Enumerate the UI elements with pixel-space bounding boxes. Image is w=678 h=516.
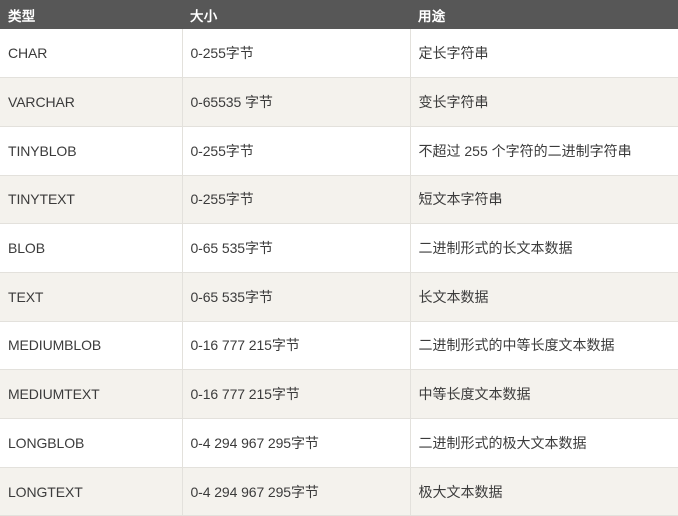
table-row: LONGTEXT 0-4 294 967 295字节 极大文本数据 (0, 467, 678, 516)
table-row: CHAR 0-255字节 定长字符串 (0, 29, 678, 79)
cell-size: 0-4 294 967 295字节 (182, 418, 411, 468)
cell-size: 0-255字节 (182, 175, 411, 225)
cell-usage: 极大文本数据 (410, 467, 678, 516)
cell-size: 0-65 535字节 (182, 272, 411, 322)
table-row: TEXT 0-65 535字节 长文本数据 (0, 272, 678, 322)
cell-usage: 二进制形式的极大文本数据 (410, 418, 678, 468)
cell-usage: 中等长度文本数据 (410, 369, 678, 419)
cell-usage: 变长字符串 (410, 77, 678, 127)
table-row: TINYBLOB 0-255字节 不超过 255 个字符的二进制字符串 (0, 126, 678, 176)
column-header-type: 类型 (8, 8, 36, 24)
cell-usage: 不超过 255 个字符的二进制字符串 (410, 126, 678, 176)
table-row: VARCHAR 0-65535 字节 变长字符串 (0, 77, 678, 127)
cell-size: 0-65 535字节 (182, 223, 411, 273)
table-row: LONGBLOB 0-4 294 967 295字节 二进制形式的极大文本数据 (0, 418, 678, 468)
table-row: BLOB 0-65 535字节 二进制形式的长文本数据 (0, 223, 678, 273)
table-header-row: 类型 大小 用途 (0, 0, 678, 29)
cell-type: CHAR (0, 29, 183, 79)
cell-type: LONGBLOB (0, 418, 183, 468)
column-header-usage: 用途 (418, 8, 446, 24)
cell-type: LONGTEXT (0, 467, 183, 516)
cell-size: 0-255字节 (182, 29, 411, 79)
table-body: CHAR 0-255字节 定长字符串 VARCHAR 0-65535 字节 变长… (0, 29, 678, 516)
cell-size: 0-65535 字节 (182, 77, 411, 127)
cell-usage: 二进制形式的长文本数据 (410, 223, 678, 273)
cell-size: 0-4 294 967 295字节 (182, 467, 411, 516)
cell-usage: 定长字符串 (410, 29, 678, 79)
cell-type: TINYTEXT (0, 175, 183, 225)
cell-size: 0-255字节 (182, 126, 411, 176)
cell-type: BLOB (0, 223, 183, 273)
column-header-size: 大小 (190, 8, 218, 24)
cell-size: 0-16 777 215字节 (182, 321, 411, 371)
table-row: MEDIUMTEXT 0-16 777 215字节 中等长度文本数据 (0, 369, 678, 419)
table-row: TINYTEXT 0-255字节 短文本字符串 (0, 175, 678, 225)
table-row: MEDIUMBLOB 0-16 777 215字节 二进制形式的中等长度文本数据 (0, 321, 678, 371)
mysql-string-types-table: 类型 大小 用途 CHAR 0-255字节 定长字符串 VARCHAR 0-65… (0, 0, 678, 516)
cell-type: VARCHAR (0, 77, 183, 127)
cell-type: MEDIUMBLOB (0, 321, 183, 371)
cell-type: MEDIUMTEXT (0, 369, 183, 419)
cell-usage: 二进制形式的中等长度文本数据 (410, 321, 678, 371)
table-header: 类型 大小 用途 (0, 0, 678, 29)
cell-usage: 短文本字符串 (410, 175, 678, 225)
cell-type: TINYBLOB (0, 126, 183, 176)
cell-type: TEXT (0, 272, 183, 322)
cell-usage: 长文本数据 (410, 272, 678, 322)
cell-size: 0-16 777 215字节 (182, 369, 411, 419)
